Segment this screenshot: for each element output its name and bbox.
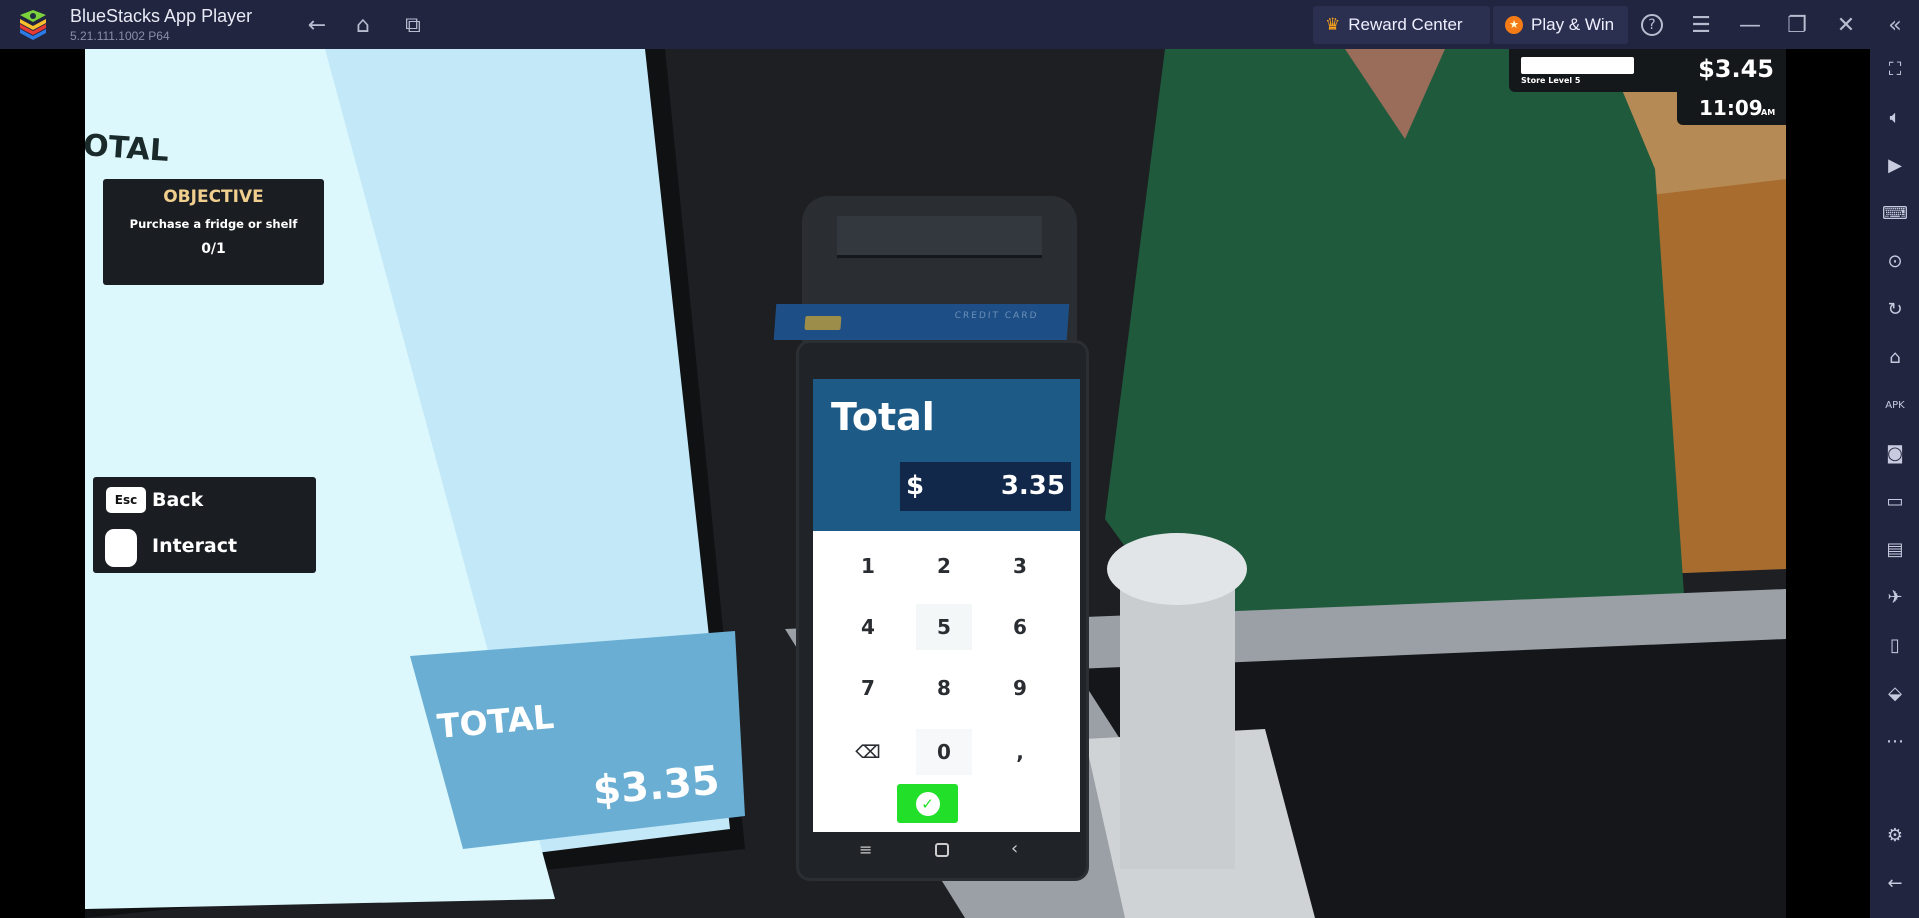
clock-ampm: AM [1761, 108, 1776, 117]
close-icon[interactable]: ✕ [1831, 10, 1861, 40]
keyboard-icon[interactable]: ⌨ [1882, 201, 1908, 227]
store-level-bar [1521, 57, 1634, 74]
volume-icon[interactable]: 🔈︎ [1882, 105, 1908, 131]
backspace-icon: ⌫ [855, 741, 881, 763]
back-arrow-icon[interactable]: ← [302, 10, 332, 40]
key-3[interactable]: 3 [992, 543, 1048, 589]
credit-card-label: CREDIT CARD [954, 311, 1039, 321]
amount-field[interactable]: $ 3.35 [900, 462, 1071, 511]
shake-icon[interactable]: ⬙ [1882, 681, 1908, 707]
interact-hint: Interact [152, 535, 238, 557]
play-win-button[interactable]: ★ Play & Win [1493, 6, 1628, 44]
back-icon[interactable]: ← [1882, 871, 1908, 897]
bluestacks-logo-icon [20, 10, 46, 40]
key-7[interactable]: 7 [840, 665, 896, 711]
controls-hint-panel: Esc Back Interact [93, 477, 316, 573]
screenshot-icon[interactable]: ◙ [1882, 441, 1908, 467]
play-win-label: Play & Win [1531, 15, 1615, 34]
key-1[interactable]: 1 [840, 543, 896, 589]
app-title: BlueStacks App Player [70, 6, 253, 26]
reward-center-button[interactable]: ♛ Reward Center [1313, 6, 1490, 44]
objective-title: OBJECTIVE [163, 187, 264, 207]
nav-home-icon[interactable] [935, 843, 949, 857]
airplane-mode-icon[interactable]: ✈ [1882, 585, 1908, 611]
terminal-title: Total [831, 395, 935, 439]
reward-center-label: Reward Center [1348, 15, 1463, 34]
store-level-label: Store Level 5 [1521, 76, 1581, 85]
fullscreen-icon[interactable]: ⛶ [1882, 57, 1908, 83]
settings-icon[interactable]: ⚙ [1882, 823, 1908, 849]
app-version: 5.21.111.1002 P64 [70, 29, 170, 43]
esc-key-icon: Esc [106, 487, 146, 513]
key-8[interactable]: 8 [916, 665, 972, 711]
key-4[interactable]: 4 [840, 604, 896, 650]
key-0[interactable]: 0 [916, 729, 972, 775]
key-comma[interactable]: , [992, 729, 1048, 775]
currency-symbol: $ [906, 471, 925, 501]
recent-apps-icon[interactable]: ⧉ [398, 10, 428, 40]
nav-menu-icon[interactable]: ≡ [859, 840, 872, 859]
backspace-key[interactable]: ⌫ [840, 729, 896, 775]
clock-hud: 11:09 AM [1677, 92, 1786, 125]
terminal-screen: Total $ 3.35 1 2 3 4 5 6 7 8 9 ⌫ 0 , ✓ [813, 379, 1080, 832]
confirm-button[interactable]: ✓ [897, 784, 958, 823]
key-9[interactable]: 9 [992, 665, 1048, 711]
store-status-hud: Store Level 5 $3.45 [1509, 49, 1786, 92]
mouse-icon [105, 529, 137, 567]
crown-icon: ♛ [1325, 15, 1341, 34]
apk-install-icon[interactable]: APK [1882, 393, 1908, 419]
media-folder-icon[interactable]: ▤ [1882, 537, 1908, 563]
multi-instance-icon[interactable]: ⌂ [1882, 345, 1908, 371]
home-icon[interactable]: ⌂ [348, 10, 378, 40]
macro-record-icon[interactable]: ⊙ [1882, 249, 1908, 275]
check-icon: ✓ [915, 791, 940, 816]
device-rotate-icon[interactable]: ▯ [1882, 633, 1908, 659]
terminal-header: Total $ 3.35 [813, 379, 1080, 531]
key-5[interactable]: 5 [916, 604, 972, 650]
credit-card: CREDIT CARD [773, 304, 1070, 340]
play-win-badge-icon: ★ [1505, 16, 1523, 34]
objective-panel: OBJECTIVE Purchase a fridge or shelf 0/1 [103, 179, 324, 285]
title-bar: BlueStacks App Player 5.21.111.1002 P64 … [0, 0, 1919, 49]
back-hint: Back [152, 489, 204, 511]
key-2[interactable]: 2 [916, 543, 972, 589]
game-viewport[interactable]: OTAL TOTAL $3.35 OBJECTIVE Purchase a fr… [85, 49, 1786, 918]
help-icon[interactable]: ? [1637, 10, 1667, 40]
pointer-icon[interactable]: ▶ [1882, 153, 1908, 179]
restore-icon[interactable]: ❐ [1782, 10, 1812, 40]
right-sidebar: ⛶ 🔈︎ ▶ ⌨ ⊙ ↻ ⌂ APK ◙ ▭ ▤ ✈ ▯ ⬙ ⋯ ⚙ ← [1870, 49, 1919, 918]
objective-description: Purchase a fridge or shelf [129, 217, 298, 231]
rotate-icon[interactable]: ↻ [1882, 297, 1908, 323]
more-icon[interactable]: ⋯ [1882, 729, 1908, 755]
collapse-sidebar-icon[interactable]: « [1880, 10, 1910, 40]
payment-terminal: Total $ 3.35 1 2 3 4 5 6 7 8 9 ⌫ 0 , ✓ ≡… [796, 340, 1089, 881]
minimize-icon[interactable]: — [1735, 10, 1765, 40]
clock-time: 11:09 [1699, 96, 1763, 120]
money-display: $3.45 [1698, 55, 1774, 83]
amount-value: 3.35 [1000, 471, 1065, 501]
key-6[interactable]: 6 [992, 604, 1048, 650]
monitor-header-partial: OTAL [85, 128, 171, 169]
nav-back-icon[interactable]: ‹ [1011, 838, 1018, 859]
objective-progress: 0/1 [201, 241, 226, 257]
screen-record-icon[interactable]: ▭ [1882, 489, 1908, 515]
menu-icon[interactable]: ☰ [1686, 10, 1716, 40]
